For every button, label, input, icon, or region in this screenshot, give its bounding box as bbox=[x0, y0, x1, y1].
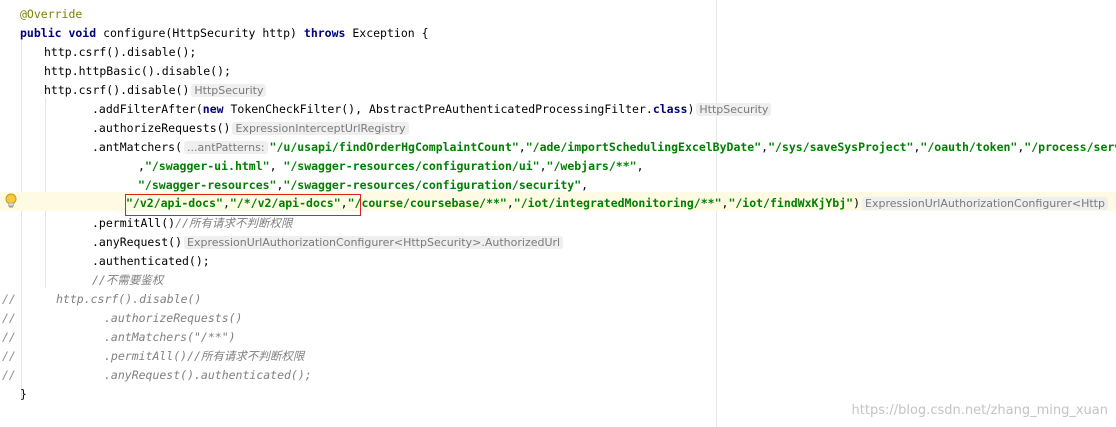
lightbulb-icon[interactable] bbox=[4, 193, 18, 209]
comment-token: .permitAll()//所有请求不判断权限 bbox=[104, 349, 305, 363]
string-token: "/iot/integratedMonitoring/**" bbox=[513, 196, 722, 210]
comment-token: http.csrf().disable() bbox=[56, 292, 202, 306]
keyword-token: new bbox=[202, 102, 231, 116]
comment-token: .authorizeRequests() bbox=[104, 311, 243, 325]
parameter-hint: ExpressionUrlAuthorizationConfigurer<Htt… bbox=[862, 197, 1108, 210]
keyword-token: throws bbox=[303, 26, 353, 40]
code-token: } bbox=[20, 387, 27, 401]
code-token: ) bbox=[853, 196, 860, 210]
code-token: .anyRequest() bbox=[92, 235, 183, 249]
string-token: "/process/servi bbox=[1024, 140, 1116, 154]
string-token: "/oauth/token" bbox=[920, 140, 1018, 154]
comment-mark: // bbox=[2, 368, 16, 382]
code-token: , bbox=[539, 159, 547, 173]
comment-token: //所有请求不判断权限 bbox=[175, 216, 293, 230]
parameter-hint: ExpressionInterceptUrlRegistry bbox=[232, 122, 409, 135]
code-line-commented[interactable]: .permitAll()//所有请求不判断权限 bbox=[104, 347, 304, 366]
code-token: .addFilterAfter( bbox=[92, 102, 203, 116]
code-line[interactable]: http.httpBasic().disable(); bbox=[44, 62, 231, 81]
highlight-box bbox=[125, 194, 361, 216]
code-token: , bbox=[506, 196, 514, 210]
code-line[interactable]: http.csrf().disable() HttpSecurity bbox=[44, 81, 268, 100]
code-token: , bbox=[518, 140, 526, 154]
string-token: "/swagger-resources/configuration/ui" bbox=[283, 159, 540, 173]
comment-mark: // bbox=[2, 292, 16, 306]
code-line-closing-brace[interactable]: } bbox=[20, 385, 27, 404]
code-token: http.csrf().disable(); bbox=[44, 45, 197, 59]
code-line[interactable]: .permitAll()//所有请求不判断权限 bbox=[92, 214, 292, 233]
code-line-commented[interactable]: .anyRequest().authenticated(); bbox=[104, 366, 312, 385]
code-token: http.httpBasic().disable(); bbox=[44, 64, 231, 78]
string-token: "/webjars/**" bbox=[546, 159, 637, 173]
comment-mark: // bbox=[2, 330, 16, 344]
right-margin-guide bbox=[716, 0, 717, 427]
parameter-hint: HttpSecurity bbox=[191, 84, 267, 97]
code-line-commented[interactable]: http.csrf().disable() bbox=[56, 290, 201, 309]
comment-token: .anyRequest().authenticated(); bbox=[104, 368, 312, 382]
code-token: , bbox=[138, 159, 145, 173]
parameter-hint: ExpressionUrlAuthorizationConfigurer<Htt… bbox=[184, 236, 564, 249]
string-token: "/course/coursebase/**" bbox=[347, 196, 507, 210]
code-token: .authenticated(); bbox=[92, 254, 210, 268]
comment-mark: // bbox=[2, 349, 16, 363]
code-line-commented[interactable]: .antMatchers("/**") bbox=[104, 328, 236, 347]
code-token: .antMatchers( bbox=[92, 140, 183, 154]
code-line[interactable]: .authenticated(); bbox=[92, 252, 210, 271]
comment-mark: // bbox=[2, 311, 16, 325]
string-token: "/sys/saveSysProject" bbox=[768, 140, 914, 154]
comment-token: .antMatchers("/**") bbox=[104, 330, 236, 344]
watermark: https://blog.csdn.net/zhang_ming_xuan bbox=[851, 403, 1108, 418]
code-line-commented[interactable]: .authorizeRequests() bbox=[104, 309, 242, 328]
parameter-hint: ...antPatterns: bbox=[184, 141, 268, 154]
code-token: .permitAll() bbox=[92, 216, 176, 230]
code-line[interactable]: ,"/swagger-ui.html", "/swagger-resources… bbox=[138, 157, 644, 176]
code-token: , bbox=[581, 178, 589, 192]
code-token: configure(HttpSecurity http) bbox=[103, 26, 304, 40]
code-token: , bbox=[269, 159, 284, 173]
string-token: "/swagger-ui.html" bbox=[144, 159, 270, 173]
code-line-override[interactable]: @Override bbox=[20, 5, 82, 24]
indent-guide bbox=[21, 40, 22, 400]
code-line[interactable]: "/swagger-resources","/swagger-resources… bbox=[138, 176, 588, 195]
code-line[interactable]: .anyRequest() ExpressionUrlAuthorizationC… bbox=[92, 233, 565, 252]
code-token: .authorizeRequests() bbox=[92, 121, 231, 135]
string-token: "/swagger-resources/configuration/securi… bbox=[283, 178, 582, 192]
string-token: "/ade/importSchedulingExcelByDate" bbox=[525, 140, 762, 154]
annotation-token: @Override bbox=[20, 7, 83, 21]
code-line-method-signature[interactable]: public void configure(HttpSecurity http)… bbox=[20, 24, 429, 43]
code-line[interactable]: http.csrf().disable(); bbox=[44, 43, 196, 62]
code-token: Exception { bbox=[352, 26, 429, 40]
code-token: TokenCheckFilter(), AbstractPreAuthentic… bbox=[230, 102, 653, 116]
string-token: "/u/usapi/findOrderHgComplaintCount" bbox=[269, 140, 519, 154]
code-editor[interactable]: @Override public void configure(HttpSecu… bbox=[0, 0, 1116, 427]
code-token: ) bbox=[687, 102, 695, 116]
keyword-token: class bbox=[652, 102, 688, 116]
code-line-ant-matchers[interactable]: .antMatchers(...antPatterns: "/u/usapi/fi… bbox=[92, 138, 1116, 157]
code-token: , bbox=[636, 159, 644, 173]
code-token: http.csrf().disable() bbox=[44, 83, 190, 97]
code-line[interactable]: .authorizeRequests() ExpressionInterceptU… bbox=[92, 119, 411, 138]
code-line-comment[interactable]: //不需要鉴权 bbox=[92, 271, 163, 290]
string-token: "/swagger-resources" bbox=[138, 178, 277, 192]
string-token: "/iot/findWxKjYbj" bbox=[728, 196, 854, 210]
code-line[interactable]: .addFilterAfter(new TokenCheckFilter(), … bbox=[92, 100, 773, 119]
parameter-hint: HttpSecurity bbox=[696, 103, 772, 116]
keyword-token: public void bbox=[20, 26, 104, 40]
comment-token: //不需要鉴权 bbox=[92, 273, 164, 287]
